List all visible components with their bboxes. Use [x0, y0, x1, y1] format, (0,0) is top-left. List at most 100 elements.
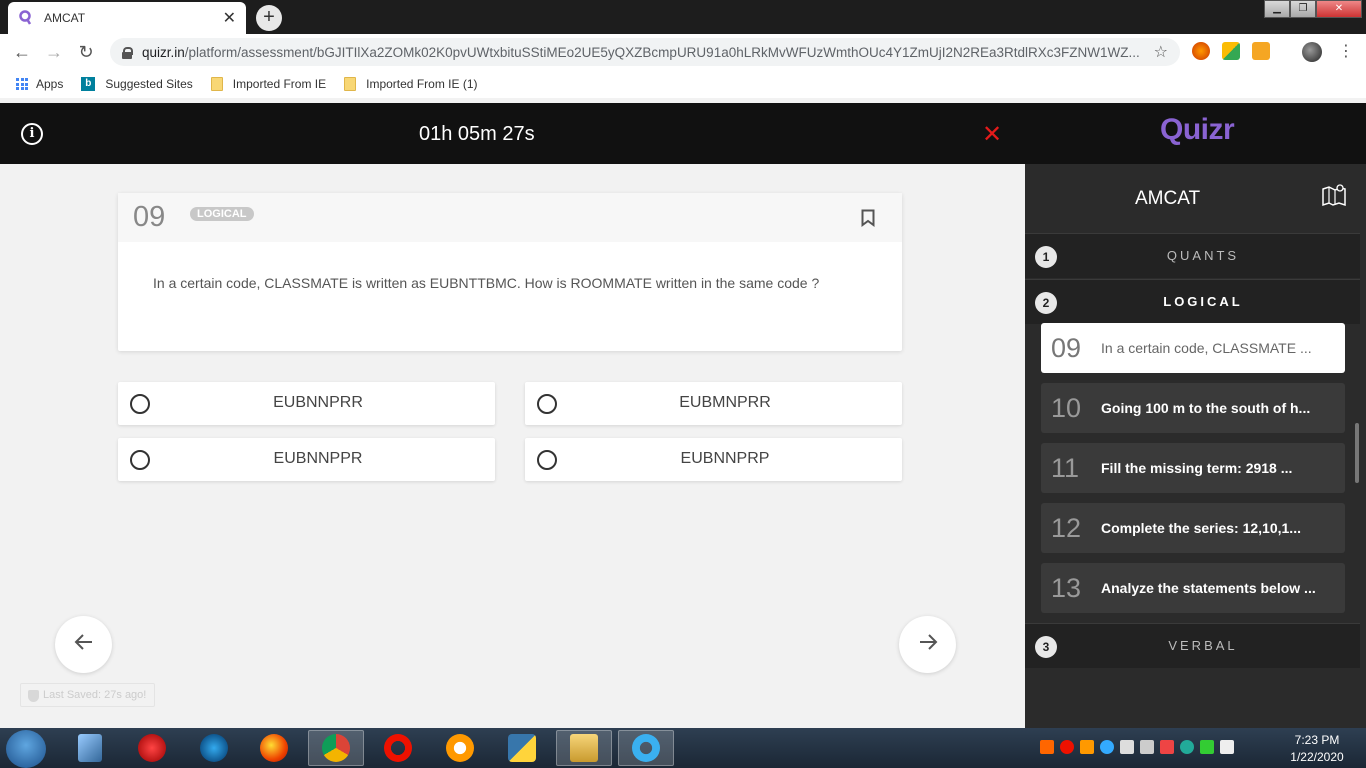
chrome-icon [322, 734, 350, 762]
question-nav-number: 13 [1051, 572, 1082, 603]
previous-question-button[interactable] [55, 616, 112, 673]
firefox-icon [260, 734, 288, 762]
maximize-button[interactable]: ❐ [1290, 0, 1316, 18]
url-host: quizr.in [142, 44, 185, 60]
red-app-icon [138, 734, 166, 762]
question-nav-item-12[interactable]: 12 Complete the series: 12,10,1... [1041, 503, 1345, 553]
question-nav-preview: Going 100 m to the south of h... [1101, 400, 1311, 416]
tray-network-icon[interactable] [1100, 740, 1114, 754]
tray-signal-icon[interactable] [1140, 740, 1154, 754]
question-nav-number: 10 [1051, 392, 1082, 423]
taskbar-internet-explorer[interactable] [618, 730, 674, 766]
taskbar-app-ccleaner[interactable] [186, 730, 242, 766]
option-label: EUBNNPRR [273, 394, 363, 411]
brand-bar: Quizr [1025, 103, 1366, 164]
section-number: 2 [1035, 292, 1057, 314]
windows-start-button[interactable] [6, 730, 46, 768]
tray-opera-icon[interactable] [1060, 740, 1074, 754]
bookmark-star-icon[interactable]: ☆ [1154, 42, 1168, 62]
radio-icon[interactable] [130, 450, 150, 470]
window-close-button[interactable]: ✕ [1316, 0, 1362, 18]
clock-time: 7:23 PM [1294, 733, 1340, 747]
info-icon[interactable]: i [21, 123, 43, 145]
taskbar-app-red[interactable] [124, 730, 180, 766]
tray-triangle-icon[interactable] [1200, 740, 1214, 754]
back-arrow-icon[interactable]: ← [6, 42, 38, 63]
arrow-left-icon [74, 633, 94, 656]
close-assessment-icon[interactable]: ✕ [982, 123, 1002, 147]
clock-date: 1/22/2020 [1290, 750, 1344, 764]
taskbar-vpn[interactable] [432, 730, 488, 766]
bookmark-label: Imported From IE (1) [366, 77, 478, 91]
section-quants[interactable]: 1 QUANTS [1025, 233, 1360, 278]
bookmark-apps[interactable]: Apps [16, 77, 63, 91]
assessment-title: AMCAT [1135, 188, 1201, 209]
question-number: 09 [133, 201, 166, 233]
apps-grid-icon [16, 78, 28, 90]
taskbar-python[interactable] [494, 730, 550, 766]
section-name: VERBAL [1168, 638, 1238, 653]
assessment-header: i 01h 05m 27s ✕ [0, 103, 1025, 164]
tray-fox-icon[interactable] [1040, 740, 1054, 754]
section-logical[interactable]: 2 LOGICAL [1025, 279, 1360, 324]
section-name: LOGICAL [1163, 294, 1243, 309]
section-name: QUANTS [1166, 248, 1240, 263]
question-nav-item-10[interactable]: 10 Going 100 m to the south of h... [1041, 383, 1345, 433]
question-nav-number: 11 [1051, 452, 1080, 483]
bookmark-icon[interactable] [861, 209, 875, 227]
taskbar-opera[interactable] [370, 730, 426, 766]
window-controls: ▁ ❐ ✕ [1264, 0, 1362, 18]
new-tab-button[interactable]: + [256, 5, 282, 31]
taskbar-notes-app[interactable] [62, 730, 118, 766]
address-bar[interactable]: quizr.in/platform/assessment/bGJITIlXa2Z… [110, 38, 1180, 66]
bookmark-imported-ie[interactable]: Imported From IE [210, 77, 326, 91]
map-icon[interactable] [1321, 183, 1347, 207]
extension-drive-icon[interactable] [1222, 42, 1240, 60]
question-card: 09 LOGICAL In a certain code, CLASSMATE … [118, 193, 902, 351]
answer-option-d[interactable]: EUBNNPRP [525, 438, 902, 481]
next-question-button[interactable] [899, 616, 956, 673]
bookmark-imported-ie-1[interactable]: Imported From IE (1) [344, 77, 477, 91]
question-nav-item-13[interactable]: 13 Analyze the statements below ... [1041, 563, 1345, 613]
tray-volume-icon[interactable] [1160, 740, 1174, 754]
option-label: EUBNNPRP [680, 450, 770, 467]
url-path: /platform/assessment/bGJITIlXa2ZOMk02K0p… [184, 44, 1140, 60]
answer-option-c[interactable]: EUBNNPPR [118, 438, 495, 481]
tab-close-icon[interactable]: ✕ [223, 8, 236, 28]
question-nav-preview: Complete the series: 12,10,1... [1101, 520, 1301, 536]
question-nav-item-09[interactable]: 09 In a certain code, CLASSMATE ... [1041, 323, 1345, 373]
section-verbal[interactable]: 3 VERBAL [1025, 623, 1360, 668]
question-nav-item-11[interactable]: 11 Fill the missing term: 2918 ... [1041, 443, 1345, 493]
forward-arrow-icon[interactable]: → [38, 42, 70, 63]
radio-icon[interactable] [537, 450, 557, 470]
browser-tab[interactable]: AMCAT ✕ [8, 2, 246, 34]
browser-menu-icon[interactable]: ⋮ [1338, 41, 1354, 61]
question-category-badge: LOGICAL [190, 207, 254, 221]
folder-icon [344, 77, 357, 91]
tray-device-icon[interactable] [1120, 740, 1134, 754]
reload-icon[interactable]: ↻ [70, 42, 102, 63]
profile-avatar[interactable] [1302, 42, 1322, 62]
taskbar-explorer[interactable] [556, 730, 612, 766]
answer-option-b[interactable]: EUBMNPRR [525, 382, 902, 425]
bookmark-suggested-sites[interactable]: b Suggested Sites [81, 77, 193, 91]
bookmarks-bar: Apps b Suggested Sites Imported From IE … [0, 70, 1366, 98]
radio-icon[interactable] [537, 394, 557, 414]
extension-bag-icon[interactable] [1252, 42, 1270, 60]
tray-flag-icon[interactable] [1220, 740, 1234, 754]
question-nav-number: 12 [1051, 512, 1082, 543]
tray-bag-icon[interactable] [1080, 740, 1094, 754]
sidebar-scrollbar[interactable] [1355, 423, 1359, 483]
minimize-button[interactable]: ▁ [1264, 0, 1290, 18]
system-clock[interactable]: 7:23 PM 1/22/2020 [1282, 732, 1352, 766]
taskbar-firefox[interactable] [246, 730, 302, 766]
quizr-logo: Quizr [1160, 113, 1235, 146]
answer-option-a[interactable]: EUBNNPRR [118, 382, 495, 425]
extension-fire-icon[interactable] [1192, 42, 1210, 60]
radio-icon[interactable] [130, 394, 150, 414]
question-header: 09 LOGICAL [118, 193, 902, 242]
taskbar-chrome[interactable] [308, 730, 364, 766]
tray-shield-icon[interactable] [1180, 740, 1194, 754]
quizr-favicon-icon [18, 10, 34, 26]
question-text: In a certain code, CLASSMATE is written … [153, 275, 820, 291]
